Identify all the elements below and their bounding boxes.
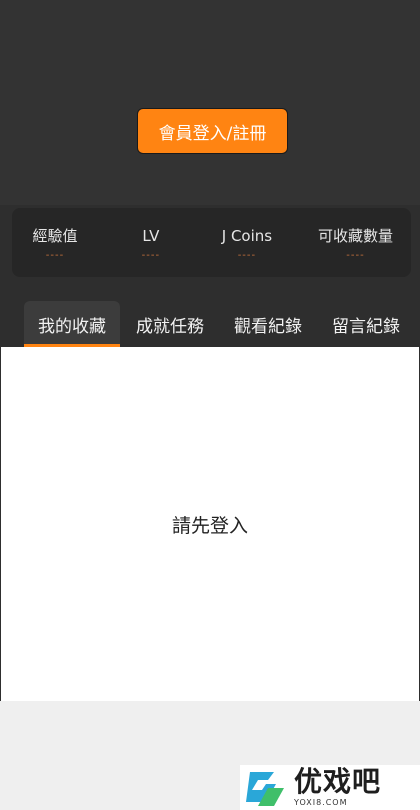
stat-label: 可收藏數量 [317,227,393,245]
stat-value: ---- [346,250,365,261]
stat-value: ---- [237,250,257,261]
login-prompt: 請先登入 [171,514,248,537]
profile-tabs: 我的收藏 成就任務 觀看紀錄 留言紀錄 [0,295,420,347]
stat-experience: 經驗值 ---- [30,226,80,262]
stat-label: J Coins [221,227,273,245]
watermark-text: 优戏吧 YOXI8.COM [294,767,381,808]
login-register-button[interactable]: 會員登入/註冊 [137,108,288,154]
stats-card: 經驗值 ---- LV ---- J Coins ---- 可收藏數量 ---- [12,208,411,277]
tab-content-panel: 請先登入 [1,347,419,701]
watermark-url: YOXI8.COM [294,798,348,807]
tab-watch-history[interactable]: 觀看紀錄 [220,301,316,347]
tab-comment-history[interactable]: 留言紀錄 [318,301,414,347]
stat-coins: J Coins ---- [222,226,272,262]
tab-my-collection[interactable]: 我的收藏 [24,301,120,347]
stat-collection-capacity: 可收藏數量 ---- [318,226,393,262]
brand-logo-icon [246,771,284,806]
stat-level: LV ---- [126,226,176,262]
stat-label: LV [142,227,160,245]
stat-value: ---- [45,250,65,261]
stat-value: ---- [141,250,161,261]
stat-label: 經驗值 [32,227,78,245]
watermark: 优戏吧 YOXI8.COM [240,765,420,810]
watermark-brand: 优戏吧 [294,765,382,798]
tab-achievements[interactable]: 成就任務 [122,301,218,347]
profile-header: 會員登入/註冊 [0,0,420,205]
